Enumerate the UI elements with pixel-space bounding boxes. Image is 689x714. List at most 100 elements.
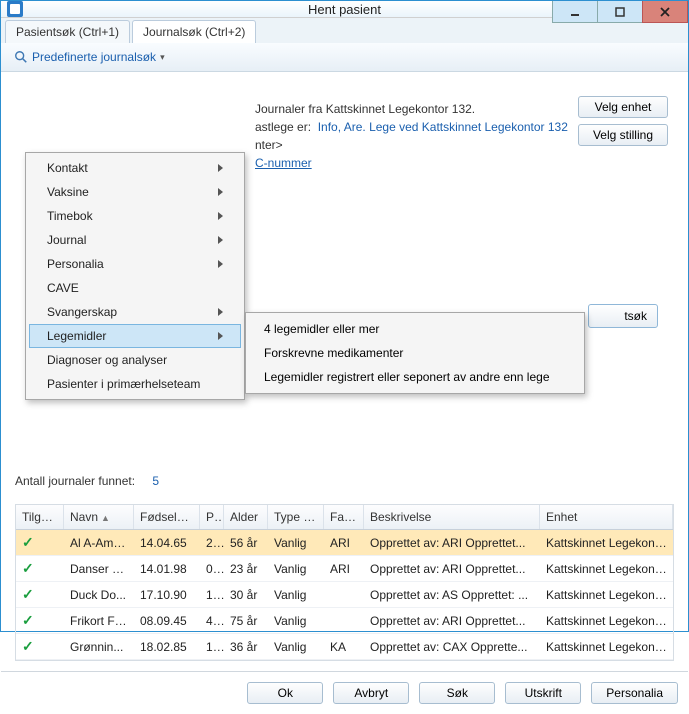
access-check: ✓: [16, 634, 64, 659]
cell-navn: Danser F...: [64, 558, 134, 580]
cell-per: 1...: [200, 584, 224, 606]
menu-journal[interactable]: Journal: [29, 228, 241, 252]
maximize-button[interactable]: [597, 1, 643, 23]
menu-timebok[interactable]: Timebok: [29, 204, 241, 228]
toolbar: Predefinerte journalsøk ▾: [1, 43, 688, 72]
col-fast-hp[interactable]: Fast HP: [324, 505, 364, 529]
menu-diagnoser[interactable]: Diagnoser og analyser: [29, 348, 241, 372]
col-navn[interactable]: Navn▲: [64, 505, 134, 529]
col-beskrivelse[interactable]: Beskrivelse: [364, 505, 540, 529]
personalia-button[interactable]: Personalia: [591, 682, 678, 704]
cell-navn: Grønnin...: [64, 636, 134, 658]
menu-personalia[interactable]: Personalia: [29, 252, 241, 276]
cell-besk: Opprettet av: CAX Opprette...: [364, 636, 540, 658]
table-row[interactable]: ✓Danser F...14.01.980...23 årVanligARIOp…: [16, 556, 673, 582]
sort-asc-icon: ▲: [101, 513, 110, 523]
col-enhet[interactable]: Enhet: [540, 505, 673, 529]
col-alder[interactable]: Alder: [224, 505, 268, 529]
check-icon: ✓: [22, 560, 34, 576]
fastlege-value: Info, Are. Lege ved Kattskinnet Legekont…: [318, 120, 568, 134]
chevron-right-icon: [218, 212, 223, 220]
avbryt-button[interactable]: Avbryt: [333, 682, 409, 704]
col-type-journal[interactable]: Type journal: [268, 505, 324, 529]
count-value: 5: [152, 474, 159, 488]
cell-besk: Opprettet av: ARI Opprettet...: [364, 558, 540, 580]
submenu-forskrevne[interactable]: Forskrevne medikamenter: [250, 341, 580, 365]
cell-enhet: Kattskinnet Legekontor...: [540, 636, 673, 658]
sok-button[interactable]: Søk: [419, 682, 495, 704]
c-nummer-link[interactable]: C-nummer: [255, 156, 312, 170]
cell-fd: 14.01.98: [134, 558, 200, 580]
cell-fd: 18.02.85: [134, 636, 200, 658]
table-row[interactable]: ✓Duck Do...17.10.901...30 årVanligOppret…: [16, 582, 673, 608]
access-check: ✓: [16, 530, 64, 555]
menu-legemidler[interactable]: Legemidler: [29, 324, 241, 348]
cell-per: 2...: [200, 532, 224, 554]
check-icon: ✓: [22, 638, 34, 654]
chevron-right-icon: [218, 164, 223, 172]
menu-svangerskap[interactable]: Svangerskap: [29, 300, 241, 324]
cell-type: Vanlig: [268, 558, 324, 580]
col-tilgang[interactable]: Tilgang: [16, 505, 64, 529]
cell-navn: Duck Do...: [64, 584, 134, 606]
submenu-registrert-seponert[interactable]: Legemidler registrert eller seponert av …: [250, 365, 580, 389]
check-icon: ✓: [22, 534, 34, 550]
ok-button[interactable]: Ok: [247, 682, 323, 704]
predef-journalsok-dropdown[interactable]: Predefinerte journalsøk ▾: [7, 47, 172, 67]
col-fodselsdato[interactable]: Fødselsdat: [134, 505, 200, 529]
velg-enhet-button[interactable]: Velg enhet: [578, 96, 668, 118]
table-row[interactable]: ✓Al A-Ama...14.04.652...56 årVanligARIOp…: [16, 530, 673, 556]
cell-per: 4...: [200, 610, 224, 632]
cell-alder: 30 år: [224, 584, 268, 606]
cell-navn: Al A-Ama...: [64, 532, 134, 554]
access-check: ✓: [16, 608, 64, 633]
cell-fast: KA: [324, 636, 364, 658]
col-per[interactable]: Per: [200, 505, 224, 529]
access-check: ✓: [16, 582, 64, 607]
cell-besk: Opprettet av: ARI Opprettet...: [364, 532, 540, 554]
fastlege-label: astlege er:: [255, 120, 311, 134]
app-window: Hent pasient Pasientsøk (Ctrl+1) Journal…: [0, 0, 689, 632]
chevron-right-icon: [218, 260, 223, 268]
dropdown-caret-icon: ▾: [160, 52, 165, 63]
table-row[interactable]: ✓Grønnin...18.02.851...36 årVanligKAOppr…: [16, 634, 673, 660]
cell-fast: ARI: [324, 532, 364, 554]
menu-cave[interactable]: CAVE: [29, 276, 241, 300]
cell-type: Vanlig: [268, 584, 324, 606]
table-row[interactable]: ✓Frikort Fe...08.09.454...75 årVanligOpp…: [16, 608, 673, 634]
grid-header: Tilgang Navn▲ Fødselsdat Per Alder Type …: [16, 505, 673, 530]
utskrift-button[interactable]: Utskrift: [505, 682, 581, 704]
chevron-right-icon: [218, 308, 223, 316]
count-label: Antall journaler funnet:: [15, 474, 135, 488]
cell-fd: 08.09.45: [134, 610, 200, 632]
menu-kontakt[interactable]: Kontakt: [29, 156, 241, 180]
velg-stilling-button[interactable]: Velg stilling: [578, 124, 668, 146]
cell-besk: Opprettet av: ARI Opprettet...: [364, 610, 540, 632]
menu-vaksine[interactable]: Vaksine: [29, 180, 241, 204]
cell-navn: Frikort Fe...: [64, 610, 134, 632]
search-button-partial[interactable]: tsøk: [588, 304, 658, 328]
check-icon: ✓: [22, 612, 34, 628]
cell-fd: 17.10.90: [134, 584, 200, 606]
minimize-button[interactable]: [552, 1, 598, 23]
tab-pasientsok[interactable]: Pasientsøk (Ctrl+1): [5, 20, 130, 43]
dialog-footer: Ok Avbryt Søk Utskrift Personalia: [1, 671, 688, 714]
legemidler-submenu: 4 legemidler eller mer Forskrevne medika…: [245, 312, 585, 394]
cell-alder: 36 år: [224, 636, 268, 658]
cell-fast: ARI: [324, 558, 364, 580]
cell-enhet: Kattskinnet Legekontor...: [540, 558, 673, 580]
result-count: Antall journaler funnet: 5: [15, 470, 674, 492]
submenu-4-eller-mer[interactable]: 4 legemidler eller mer: [250, 317, 580, 341]
access-check: ✓: [16, 556, 64, 581]
cell-type: Vanlig: [268, 532, 324, 554]
tab-journalsok[interactable]: Journalsøk (Ctrl+2): [132, 20, 256, 43]
chevron-right-icon: [218, 332, 223, 340]
titlebar: Hent pasient: [1, 1, 688, 18]
predef-label: Predefinerte journalsøk: [32, 50, 156, 64]
menu-pasienter-pht[interactable]: Pasienter i primærhelseteam: [29, 372, 241, 396]
predef-menu: Kontakt Vaksine Timebok Journal Personal…: [25, 152, 245, 400]
cell-fast: [324, 617, 364, 625]
chevron-right-icon: [218, 236, 223, 244]
close-button[interactable]: [642, 1, 688, 23]
window-buttons: [553, 1, 688, 23]
